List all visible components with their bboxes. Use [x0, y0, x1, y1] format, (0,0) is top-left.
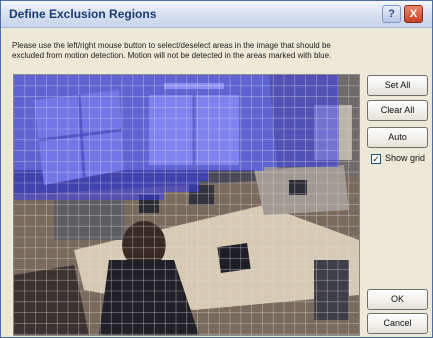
clear-all-button[interactable]: Clear All — [367, 100, 428, 121]
help-button[interactable]: ? — [382, 5, 401, 23]
set-all-button[interactable]: Set All — [367, 75, 428, 96]
camera-image — [14, 75, 359, 335]
dialog-window: Define Exclusion Regions ? X Please use … — [0, 0, 433, 338]
show-grid-label[interactable]: Show grid — [385, 153, 425, 163]
close-button[interactable]: X — [404, 5, 423, 23]
instructions-text: Please use the left/right mouse button t… — [12, 41, 332, 60]
auto-button[interactable]: Auto — [367, 127, 428, 148]
ok-button[interactable]: OK — [367, 289, 428, 310]
dialog-title: Define Exclusion Regions — [9, 7, 157, 21]
title-bar[interactable]: Define Exclusion Regions ? X — [1, 1, 432, 28]
cancel-button[interactable]: Cancel — [367, 313, 428, 334]
camera-image-grid[interactable] — [13, 74, 360, 336]
show-grid-checkbox[interactable]: ✓ — [371, 154, 381, 164]
